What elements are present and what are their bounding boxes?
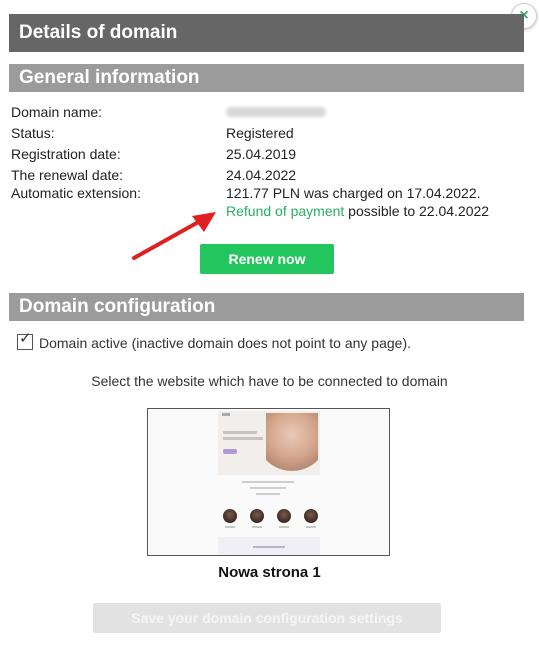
thumbnail-avatar (277, 509, 291, 523)
automatic-extension-label: Automatic extension: (11, 185, 141, 201)
renewal-date-value: 24.04.2022 (226, 167, 297, 183)
website-thumbnail[interactable] (147, 408, 390, 556)
thumbnail-avatar (250, 509, 264, 523)
status-value: Registered (226, 125, 294, 141)
thumbnail-text-line (256, 493, 280, 495)
dialog-title: Details of domain (9, 14, 524, 52)
checkbox-checked-icon[interactable]: ✓ (17, 330, 33, 350)
thumbnail-avatar (304, 509, 318, 523)
domain-name-value (226, 103, 326, 121)
domain-name-label: Domain name: (11, 104, 103, 120)
domain-active-row[interactable]: ✓ Domain active (inactive domain does not… (17, 330, 411, 352)
thumbnail-logo (222, 413, 230, 416)
general-information-heading: General information (9, 64, 524, 92)
thumbnail-caption (306, 526, 316, 528)
thumbnail-text-line (242, 481, 294, 483)
registration-date-value: 25.04.2019 (226, 146, 297, 162)
website-name: Nowa strona 1 (218, 564, 321, 581)
thumbnail-text-line (223, 431, 257, 434)
automatic-extension-value: 121.77 PLN was charged on 17.04.2022. (226, 185, 481, 201)
thumbnail-text-line (223, 437, 263, 440)
thumbnail-avatar (223, 509, 237, 523)
renew-now-button[interactable]: Renew now (200, 244, 334, 274)
registration-date-label: Registration date: (11, 146, 121, 162)
blurred-domain-name (226, 107, 326, 117)
renewal-date-label: The renewal date: (11, 167, 124, 183)
refund-deadline-text: possible to 22.04.2022 (344, 203, 490, 219)
domain-active-label: Domain active (inactive domain does not … (39, 335, 411, 351)
save-configuration-button[interactable]: Save your domain configuration settings (93, 603, 441, 633)
thumbnail-caption (252, 526, 262, 528)
thumbnail-text-line (253, 546, 285, 548)
refund-of-payment-link[interactable]: Refund of payment (226, 203, 344, 219)
thumbnail-caption (225, 526, 235, 528)
refund-line: Refund of payment possible to 22.04.2022 (226, 202, 489, 220)
thumbnail-caption (279, 526, 289, 528)
select-website-instruction: Select the website which have to be conn… (91, 373, 448, 389)
thumbnail-hero-button (223, 449, 237, 454)
domain-configuration-heading: Domain configuration (9, 293, 524, 321)
status-label: Status: (11, 125, 55, 141)
thumbnail-text-line (250, 487, 286, 489)
thumbnail-portrait-image (266, 413, 318, 475)
